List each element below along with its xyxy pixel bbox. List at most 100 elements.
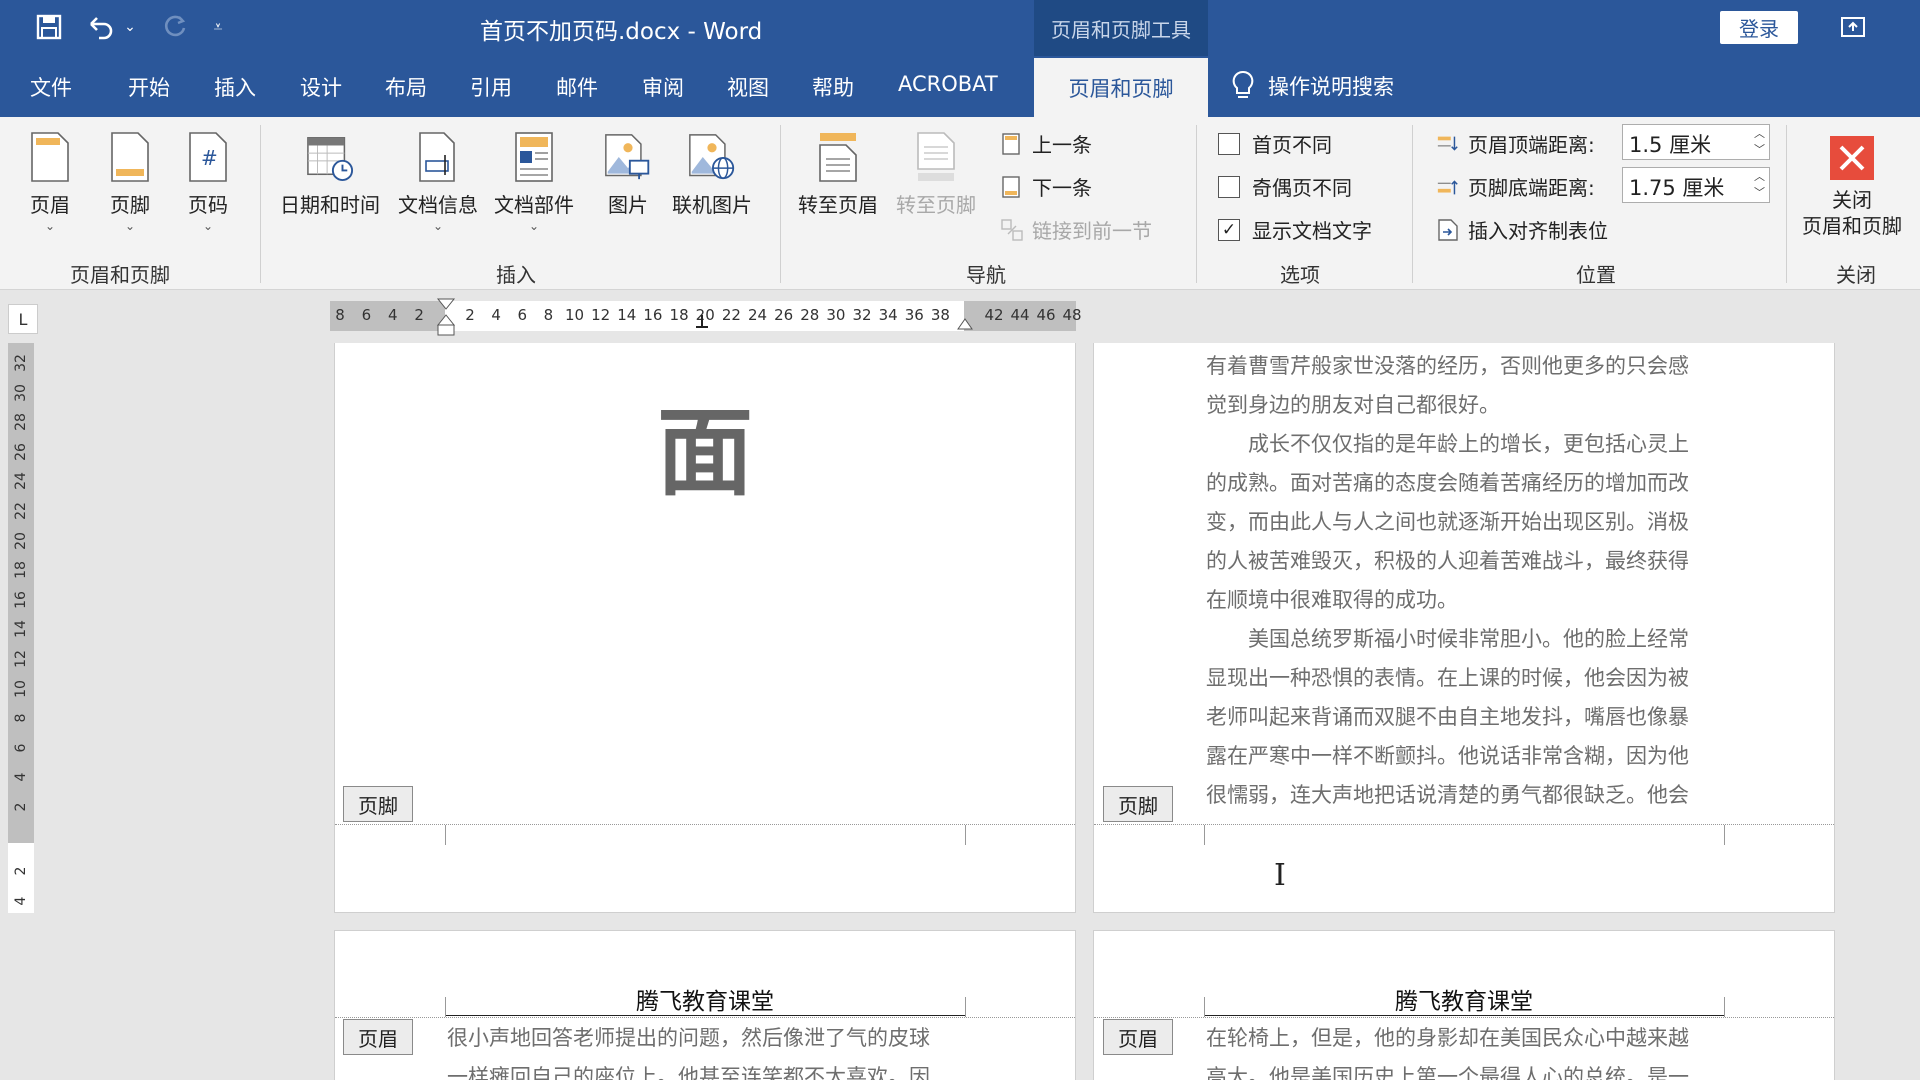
different-odd-even-checkbox[interactable]: 奇偶页不同: [1218, 172, 1352, 201]
vertical-ruler[interactable]: 32 30 28 26 24 22 20 18 16 14 12 10 8 6 4 2 2 4: [8, 343, 34, 913]
close-label-line1: 关闭: [1832, 188, 1872, 212]
date-time-label: 日期和时间: [280, 193, 380, 217]
page-3-body[interactable]: 很小声地回答老师提出的问题，然后像泄了气的皮球 一样瘫回自己的座位上。他甚至连笑都…: [447, 1019, 930, 1080]
page-1[interactable]: 面 页脚: [334, 343, 1076, 913]
header-tag: 页眉: [343, 1019, 413, 1055]
footer-bottom-distance-value: 1.75 厘米: [1629, 176, 1725, 200]
tab-mailings[interactable]: 邮件: [556, 72, 598, 102]
page-2-text-line: 的成熟。面对苦痛的态度会随着苦痛经历的增加而改: [1206, 471, 1689, 495]
header-button[interactable]: 页眉 ⌄: [26, 127, 74, 232]
ruler-tick-label: 8: [543, 306, 554, 324]
page-3-header-text[interactable]: 腾飞教育课堂: [445, 982, 965, 1016]
ruler-tick-label: 2: [465, 306, 475, 324]
tab-header-footer[interactable]: 页眉和页脚: [1034, 58, 1208, 117]
save-icon[interactable]: [32, 10, 66, 44]
tab-home[interactable]: 开始: [128, 72, 170, 102]
header-tag: 页眉: [1103, 1019, 1173, 1055]
crop-mark: [965, 997, 966, 1017]
crop-mark: [445, 825, 446, 845]
date-time-button[interactable]: 日期和时间: [280, 127, 380, 218]
ruler-tick-label: 16: [643, 306, 663, 324]
close-header-footer-button[interactable]: 关闭 页眉和页脚: [1802, 133, 1902, 239]
group-separator: [1196, 125, 1197, 283]
ruler-v-tick-label: 28: [13, 413, 29, 432]
previous-section-icon: [1000, 132, 1024, 156]
footer-button[interactable]: 页脚 ⌄: [106, 127, 154, 232]
tab-review[interactable]: 审阅: [642, 72, 684, 102]
customize-qat-icon[interactable]: ⩡: [208, 10, 228, 44]
quick-parts-button[interactable]: 文档部件 ⌄: [494, 127, 574, 232]
goto-footer-icon: [912, 127, 960, 183]
ribbon: 页眉 ⌄ 页脚 ⌄ # 页码 ⌄ 页眉和页脚 日期和时间 文档信息 ⌄ 文档部件: [0, 117, 1920, 290]
tab-acrobat[interactable]: ACROBAT: [898, 72, 998, 96]
doc-info-button[interactable]: 文档信息 ⌄: [398, 127, 478, 232]
tell-me-label: 操作说明搜索: [1268, 75, 1394, 99]
horizontal-ruler[interactable]: 8 6 4 2 2 4 6 8 10 12 14 16 18 20 22 24 26 28 30 32 34 36 38 42…: [330, 298, 1082, 336]
page-2-text-line: 变，而由此人与人之间也就逐渐开始出现区别。消极: [1206, 510, 1689, 534]
previous-button[interactable]: 上一条: [1000, 129, 1092, 158]
document-info-icon: [414, 127, 462, 183]
link-to-previous-button[interactable]: 链接到前一节: [1000, 215, 1152, 244]
tab-layout[interactable]: 布局: [385, 72, 427, 102]
page-2[interactable]: 有着曹雪芹般家世没落的经历，否则他更多的只会感 觉到身边的朋友对自己都很好。 成长…: [1093, 343, 1835, 913]
ribbon-display-options-icon[interactable]: [1838, 12, 1868, 42]
page-2-text-line: 显现出一种恐惧的表情。在上课的时候，他会因为被: [1206, 666, 1689, 690]
page-number-button[interactable]: # 页码 ⌄: [184, 127, 232, 232]
redo-icon[interactable]: [158, 10, 192, 44]
footer-bottom-distance-input[interactable]: 1.75 厘米 ︿ ﹀: [1622, 167, 1770, 203]
page-3[interactable]: 腾飞教育课堂 页眉 很小声地回答老师提出的问题，然后像泄了气的皮球 一样瘫回自己的…: [334, 930, 1076, 1080]
crop-mark: [1724, 997, 1725, 1017]
chevron-down-icon: ⌄: [432, 219, 444, 233]
insert-alignment-tab-button[interactable]: 插入对齐制表位: [1436, 215, 1608, 244]
next-button[interactable]: 下一条: [1000, 172, 1092, 201]
login-button[interactable]: 登录: [1720, 11, 1798, 44]
ruler-v-tick-label: 10: [13, 679, 29, 698]
goto-footer-button[interactable]: 转至页脚: [896, 127, 976, 218]
show-document-text-checkbox[interactable]: ✓ 显示文档文字: [1218, 215, 1372, 244]
ruler-v-tick-label: 30: [13, 383, 29, 402]
page-4-header-text[interactable]: 腾飞教育课堂: [1204, 982, 1724, 1016]
page-2-text-line: 的人被苦难毁灭，积极的人迎着苦难战斗，最终获得: [1206, 549, 1689, 573]
ruler-tick-label: 18: [669, 306, 689, 324]
ruler-tick-label: 4: [388, 306, 398, 324]
indent-marker-icon[interactable]: [436, 297, 456, 339]
header-label: 页眉: [30, 193, 70, 217]
insert-alignment-tab-label: 插入对齐制表位: [1468, 219, 1608, 243]
tab-design[interactable]: 设计: [300, 72, 342, 102]
goto-header-button[interactable]: 转至页眉: [798, 127, 878, 218]
header-underline: [1204, 1015, 1724, 1016]
pictures-button[interactable]: 图片: [604, 127, 652, 218]
ruler-v-tick-label: 4: [13, 896, 29, 906]
spin-arrows-icon[interactable]: ︿ ﹀: [1754, 169, 1765, 201]
ruler-tick-label: 48: [1062, 306, 1082, 324]
page-2-body[interactable]: 有着曹雪芹般家世没落的经历，否则他更多的只会感 觉到身边的朋友对自己都很好。 成长…: [1206, 347, 1689, 815]
different-odd-even-label: 奇偶页不同: [1252, 176, 1352, 200]
center-tab-icon[interactable]: [695, 315, 709, 331]
spin-arrows-icon[interactable]: ︿ ﹀: [1754, 126, 1765, 158]
page-4[interactable]: 腾飞教育课堂 页眉 在轮椅上，但是，他的身影却在美国民众心中越来越 高大。他是美国…: [1093, 930, 1835, 1080]
tell-me-search[interactable]: 操作说明搜索: [1232, 68, 1394, 104]
page-number-icon: #: [184, 127, 232, 183]
header-icon: [26, 127, 74, 183]
tab-help[interactable]: 帮助: [812, 72, 854, 102]
ruler-v-tick-label: 12: [13, 650, 29, 668]
undo-icon[interactable]: [84, 10, 118, 44]
different-first-page-checkbox[interactable]: 首页不同: [1218, 129, 1332, 158]
undo-dropdown-icon[interactable]: ⌄: [120, 10, 140, 44]
tab-file[interactable]: 文件: [30, 72, 72, 102]
tab-selector[interactable]: L: [8, 304, 38, 334]
ruler-tick-label: 42: [984, 306, 1004, 324]
tab-view[interactable]: 视图: [727, 72, 769, 102]
right-indent-marker-icon[interactable]: [956, 315, 974, 331]
header-top-distance-input[interactable]: 1.5 厘米 ︿ ﹀: [1622, 124, 1770, 160]
tab-references[interactable]: 引用: [470, 72, 512, 102]
page-4-body[interactable]: 在轮椅上，但是，他的身影却在美国民众心中越来越 高大。他是美国历史上第一个最得人心…: [1206, 1019, 1689, 1080]
ruler-v-tick-label: 2: [13, 866, 29, 876]
crop-mark: [965, 825, 966, 845]
tab-insert[interactable]: 插入: [214, 72, 256, 102]
quick-parts-icon: [510, 127, 558, 183]
link-previous-label: 链接到前一节: [1032, 219, 1152, 243]
page-2-text-line: 老师叫起来背诵而双腿不由自主地发抖，嘴唇也像暴: [1206, 705, 1689, 729]
checkbox-box: ✓: [1218, 218, 1240, 241]
online-pictures-button[interactable]: 联机图片: [672, 127, 752, 218]
